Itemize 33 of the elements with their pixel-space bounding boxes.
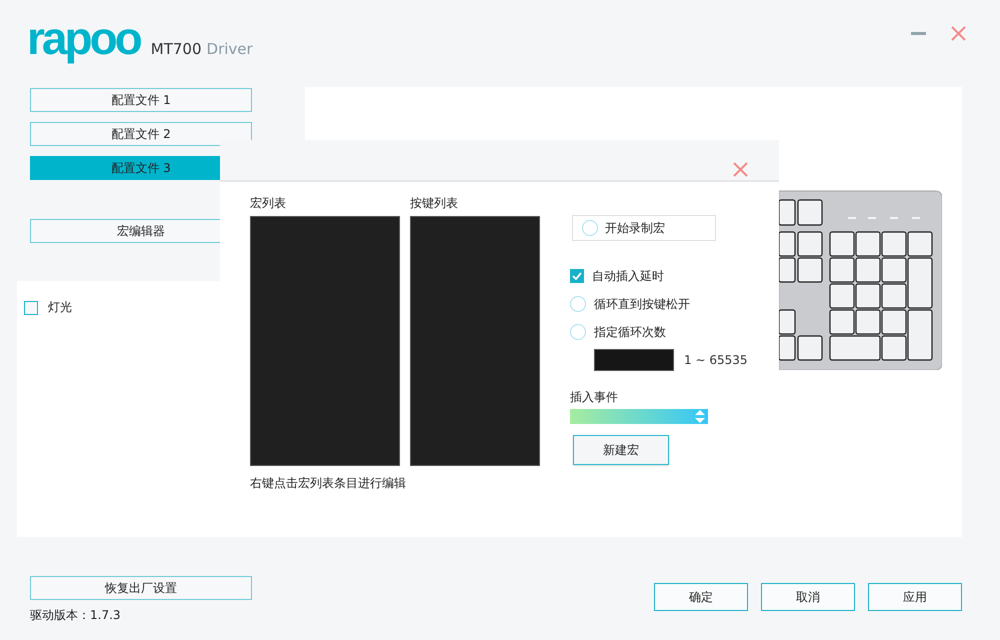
product-label: Driver bbox=[206, 40, 253, 58]
close-icon[interactable] bbox=[951, 26, 966, 41]
record-macro-button[interactable]: 开始录制宏 bbox=[572, 215, 716, 241]
profile-tab[interactable]: 配置文件 2 bbox=[30, 122, 252, 146]
checkmark-icon bbox=[572, 272, 582, 280]
profile-tab[interactable]: 配置文件 1 bbox=[30, 88, 252, 112]
checkbox[interactable] bbox=[570, 269, 584, 283]
key-list-label: 按键列表 bbox=[410, 195, 458, 212]
radio-button[interactable] bbox=[570, 324, 586, 340]
option-label: 指定循环次数 bbox=[594, 324, 666, 340]
logo: rapoo bbox=[27, 15, 140, 61]
footer-button[interactable]: 取消 bbox=[761, 583, 855, 611]
range-text: 1 ~ 65535 bbox=[684, 353, 748, 367]
close-icon[interactable] bbox=[733, 162, 748, 177]
footer-button[interactable]: 应用 bbox=[868, 583, 962, 611]
insert-event-dropdown[interactable] bbox=[570, 409, 708, 424]
macro-list-label: 宏列表 bbox=[250, 195, 286, 212]
footer-button[interactable]: 确定 bbox=[654, 583, 748, 611]
version-text: 驱动版本：1.7.3 bbox=[30, 608, 121, 622]
reset-button[interactable]: 恢复出厂设置 bbox=[30, 576, 252, 600]
up-down-arrows-icon bbox=[695, 410, 705, 423]
new-macro-button[interactable]: 新建宏 bbox=[573, 435, 669, 465]
repeat-count-field[interactable] bbox=[594, 349, 674, 371]
option-label: 循环直到按键松开 bbox=[594, 296, 690, 312]
macro-list[interactable] bbox=[250, 216, 400, 466]
option-label: 自动插入延时 bbox=[592, 268, 664, 284]
insert-event-label: 插入事件 bbox=[570, 389, 618, 405]
key-list[interactable] bbox=[410, 216, 540, 466]
model-name: MT700 bbox=[150, 40, 202, 58]
hint-text: 右键点击宏列表条目进行编辑 bbox=[250, 476, 406, 490]
radio-button[interactable] bbox=[570, 296, 586, 312]
lighting-label: 灯光 bbox=[48, 299, 72, 316]
lighting-checkbox[interactable] bbox=[24, 300, 38, 314]
